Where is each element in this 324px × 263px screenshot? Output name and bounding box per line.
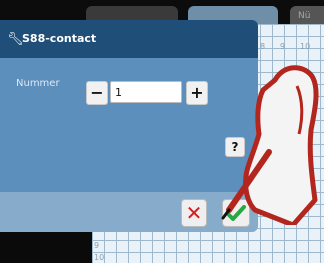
grid-col-label-10: 10 [300,42,311,51]
dialog-title-bar: 🔧︎ S88-contact [0,20,258,58]
stylus-hand [221,65,319,225]
grid-row-label-9: 9 [94,241,100,250]
nummer-label: Nummer [16,78,60,89]
tab-3-label: Nü [298,11,311,21]
plus-icon: + [190,83,204,102]
decrement-button[interactable]: − [86,81,108,105]
cancel-button[interactable]: ✕ [181,199,207,227]
minus-icon: − [90,83,104,102]
dialog-title: S88-contact [22,32,97,45]
grid-col-label-9: 9 [280,42,286,51]
grid-row-label-10: 10 [94,253,105,262]
grid-col-label-8: 8 [260,42,266,51]
increment-button[interactable]: + [186,81,208,105]
cancel-icon: ✕ [185,201,203,225]
nummer-input[interactable]: 1 [110,81,182,103]
